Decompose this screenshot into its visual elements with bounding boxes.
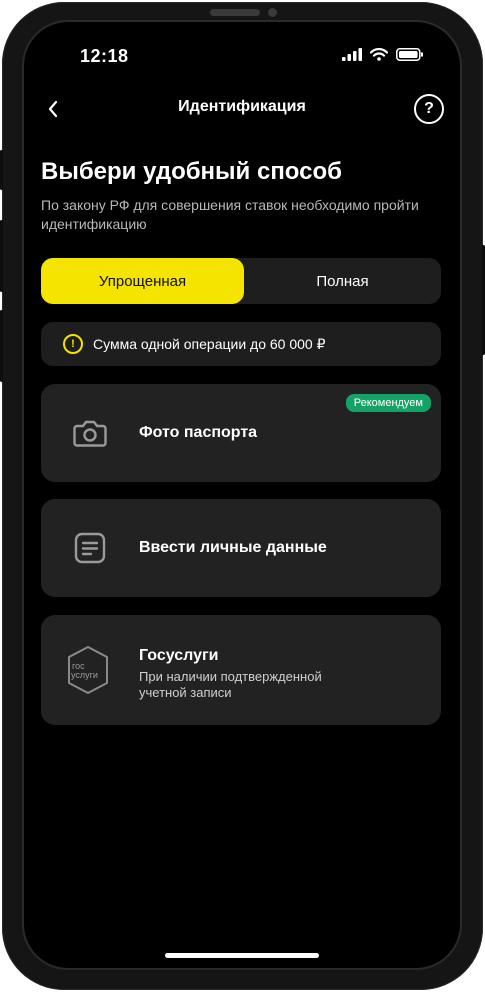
option-title: Госуслуги bbox=[139, 647, 219, 664]
speaker bbox=[210, 9, 260, 16]
wifi-icon bbox=[370, 48, 388, 61]
front-camera bbox=[268, 8, 277, 17]
warning-icon: ! bbox=[63, 334, 83, 354]
headline: Выбери удобный способ bbox=[41, 158, 342, 185]
camera-icon bbox=[71, 414, 109, 452]
tab-full[interactable]: Полная bbox=[244, 258, 441, 304]
limit-notice: ! Сумма одной операции до 60 000 ₽ bbox=[41, 322, 441, 366]
screen: 12:18 Идентификация ? Выбери удобный спо… bbox=[24, 22, 460, 968]
signal-icon bbox=[342, 48, 362, 61]
gosuslugi-icon: гос услуги bbox=[65, 645, 111, 695]
recommended-badge: Рекомендуем bbox=[345, 394, 431, 412]
help-button[interactable]: ? bbox=[414, 94, 444, 124]
subtext: По закону РФ для совершения ставок необх… bbox=[41, 197, 419, 232]
side-button bbox=[0, 310, 3, 382]
status-time: 12:18 bbox=[80, 46, 129, 66]
status-icons bbox=[342, 48, 424, 61]
option-passport-photo[interactable]: Рекомендуем Фото паспорта bbox=[41, 384, 441, 482]
option-subtitle: При наличии подтвержденной учетной запис… bbox=[139, 669, 322, 700]
option-gosuslugi[interactable]: гос услуги Госуслуги При наличии подтвер… bbox=[41, 615, 441, 725]
tab-simplified[interactable]: Упрощенная bbox=[41, 258, 244, 304]
page-title: Идентификация bbox=[178, 98, 306, 115]
option-personal-data[interactable]: Ввести личные данные bbox=[41, 499, 441, 597]
option-title: Ввести личные данные bbox=[139, 539, 327, 556]
home-indicator bbox=[165, 953, 319, 958]
notice-text: Сумма одной операции до 60 000 ₽ bbox=[93, 335, 326, 352]
battery-icon bbox=[396, 48, 423, 61]
gosuslugi-logo-text-bottom: услуги bbox=[71, 670, 98, 680]
mode-switch: Упрощенная Полная bbox=[41, 258, 441, 304]
side-button bbox=[0, 220, 3, 292]
option-title: Фото паспорта bbox=[139, 424, 258, 441]
document-icon bbox=[71, 529, 109, 567]
side-button bbox=[0, 150, 3, 190]
